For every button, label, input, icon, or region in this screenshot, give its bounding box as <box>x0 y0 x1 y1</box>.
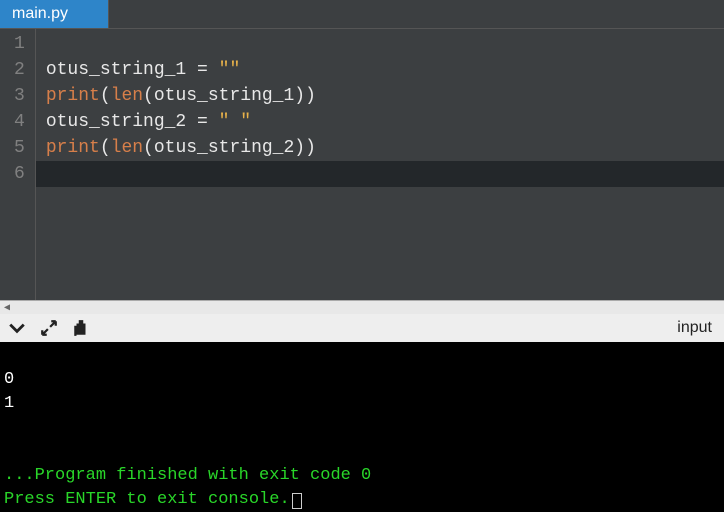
copy-icon[interactable] <box>72 319 90 337</box>
collapse-icon[interactable] <box>8 319 26 337</box>
line-number: 1 <box>14 31 25 57</box>
code-token <box>208 60 219 80</box>
code-token: otus_string_2 <box>46 112 197 132</box>
scroll-left-icon[interactable]: ◀ <box>0 301 14 315</box>
console-output-line: 0 <box>4 370 14 389</box>
console-prompt-line: Press ENTER to exit console. <box>4 490 290 509</box>
code-token: otus_string_1 <box>46 60 197 80</box>
line-number-gutter: 123456 <box>0 29 36 300</box>
code-token: ( <box>100 138 111 158</box>
code-editor[interactable]: 123456 otus_string_1 = ""print(len(otus_… <box>0 28 724 300</box>
input-label: input <box>677 319 716 337</box>
code-token <box>208 112 219 132</box>
output-console[interactable]: 0 1 ...Program finished with exit code 0… <box>0 342 724 512</box>
code-token: = <box>197 112 208 132</box>
code-token: len <box>111 138 143 158</box>
console-output-line: 1 <box>4 394 14 413</box>
line-number: 3 <box>14 83 25 109</box>
line-number: 5 <box>14 135 25 161</box>
code-line[interactable] <box>46 31 724 57</box>
code-line[interactable]: print(len(otus_string_1)) <box>46 83 724 109</box>
code-line[interactable]: otus_string_2 = " " <box>46 109 724 135</box>
console-finished-line: ...Program finished with exit code 0 <box>4 466 371 485</box>
code-line[interactable]: otus_string_1 = "" <box>46 57 724 83</box>
console-cursor <box>292 493 302 509</box>
code-token: len <box>111 86 143 106</box>
line-number: 4 <box>14 109 25 135</box>
code-token: "" <box>219 60 241 80</box>
code-token: print <box>46 86 100 106</box>
tab-bar: main.py <box>0 0 724 28</box>
code-area[interactable]: otus_string_1 = ""print(len(otus_string_… <box>36 29 724 300</box>
expand-icon[interactable] <box>40 319 58 337</box>
code-token: (otus_string_1)) <box>143 86 316 106</box>
horizontal-scrollbar[interactable]: ◀ <box>0 300 724 314</box>
code-token: print <box>46 138 100 158</box>
file-tab-label: main.py <box>12 5 68 23</box>
console-toolbar: input <box>0 314 724 342</box>
line-number: 2 <box>14 57 25 83</box>
code-line[interactable] <box>36 161 724 187</box>
code-token: = <box>197 60 208 80</box>
line-number: 6 <box>14 161 25 187</box>
file-tab-main[interactable]: main.py <box>0 0 109 28</box>
code-line[interactable]: print(len(otus_string_2)) <box>46 135 724 161</box>
code-token: " " <box>219 112 251 132</box>
code-token: ( <box>100 86 111 106</box>
code-token: (otus_string_2)) <box>143 138 316 158</box>
